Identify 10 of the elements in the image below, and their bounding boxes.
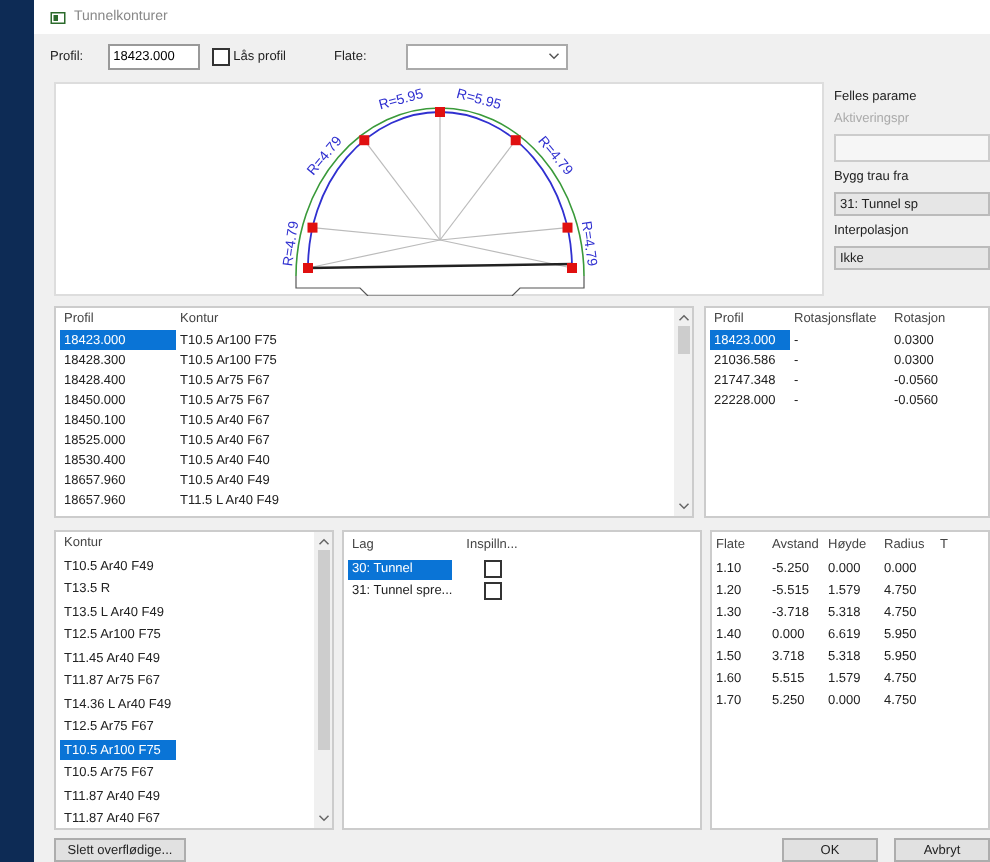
app-icon: [50, 11, 66, 23]
chevron-icon: [548, 52, 561, 60]
activation-field[interactable]: [834, 134, 990, 162]
lock-checkbox[interactable]: [211, 47, 230, 65]
scroll-thumb[interactable]: [317, 550, 329, 750]
scrollbar[interactable]: [674, 308, 692, 516]
checkbox[interactable]: [483, 582, 501, 600]
checkbox[interactable]: [483, 560, 501, 578]
scroll-thumb[interactable]: [677, 326, 689, 354]
scrollbar[interactable]: [314, 532, 332, 828]
